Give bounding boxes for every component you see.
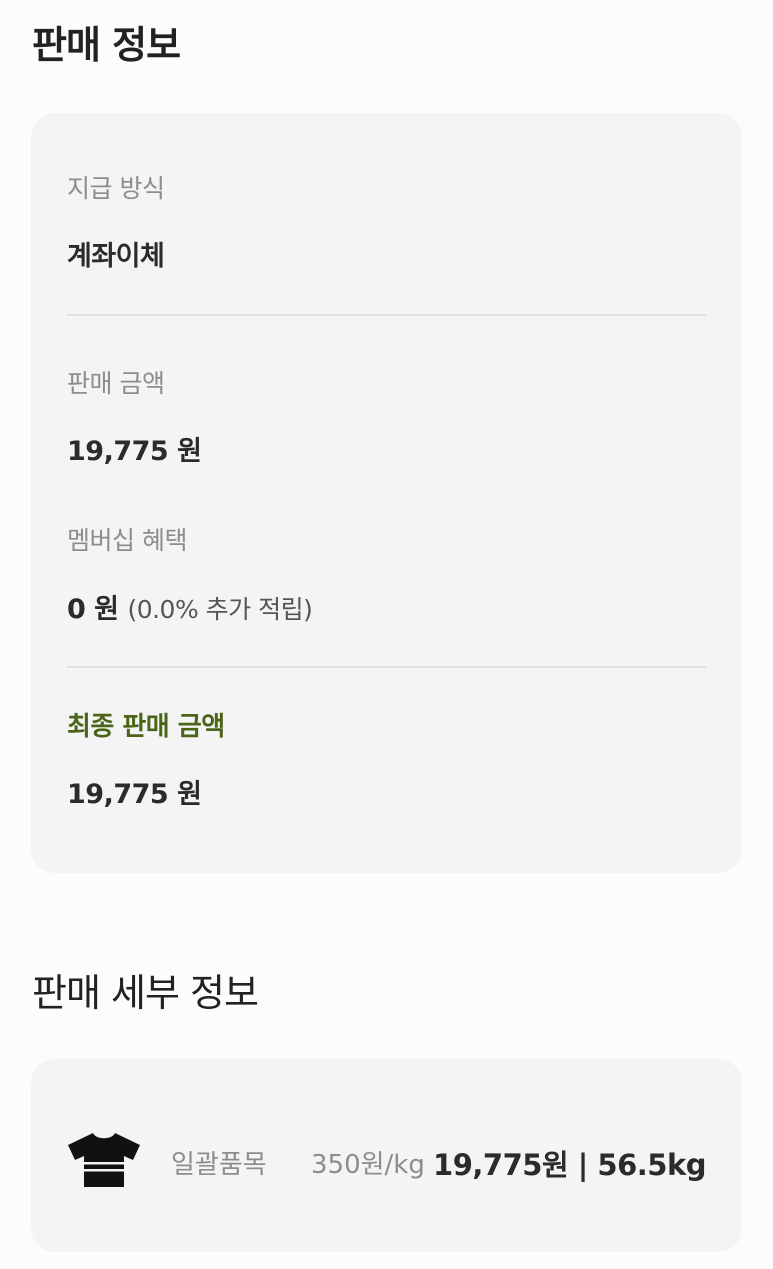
sale-amount-label: 판매 금액 bbox=[67, 369, 165, 398]
divider bbox=[67, 314, 706, 316]
membership-benefit-label: 멤버십 혜택 bbox=[67, 526, 187, 555]
payment-method-label: 지급 방식 bbox=[67, 174, 165, 203]
sales-info-title: 판매 정보 bbox=[32, 23, 181, 67]
sales-detail-title: 판매 세부 정보 bbox=[32, 971, 259, 1015]
item-rate: 350원/kg bbox=[311, 1150, 425, 1180]
item-category: 일괄품목 bbox=[171, 1150, 267, 1180]
page: 판매 정보 지급 방식 계좌이체 판매 금액 19,775 원 멤버십 혜택 0… bbox=[0, 0, 773, 1269]
final-amount-label: 최종 판매 금액 bbox=[67, 712, 225, 742]
membership-benefit-note: (0.0% 추가 적립) bbox=[127, 595, 313, 624]
final-amount-value: 19,775 원 bbox=[67, 779, 202, 810]
sale-amount-value: 19,775 원 bbox=[67, 436, 202, 467]
membership-benefit-row: 0 원 (0.0% 추가 적립) bbox=[67, 587, 313, 626]
divider bbox=[67, 666, 706, 668]
membership-benefit-value: 0 원 bbox=[67, 594, 119, 625]
sales-summary-card: 지급 방식 계좌이체 판매 금액 19,775 원 멤버십 혜택 0 원 (0.… bbox=[31, 113, 742, 873]
payment-method-value: 계좌이체 bbox=[67, 241, 165, 272]
tshirt-icon bbox=[66, 1131, 142, 1189]
sales-detail-card: 일괄품목 350원/kg 19,775원 | 56.5kg bbox=[31, 1059, 742, 1252]
item-summary: 19,775원 | 56.5kg bbox=[433, 1148, 706, 1182]
